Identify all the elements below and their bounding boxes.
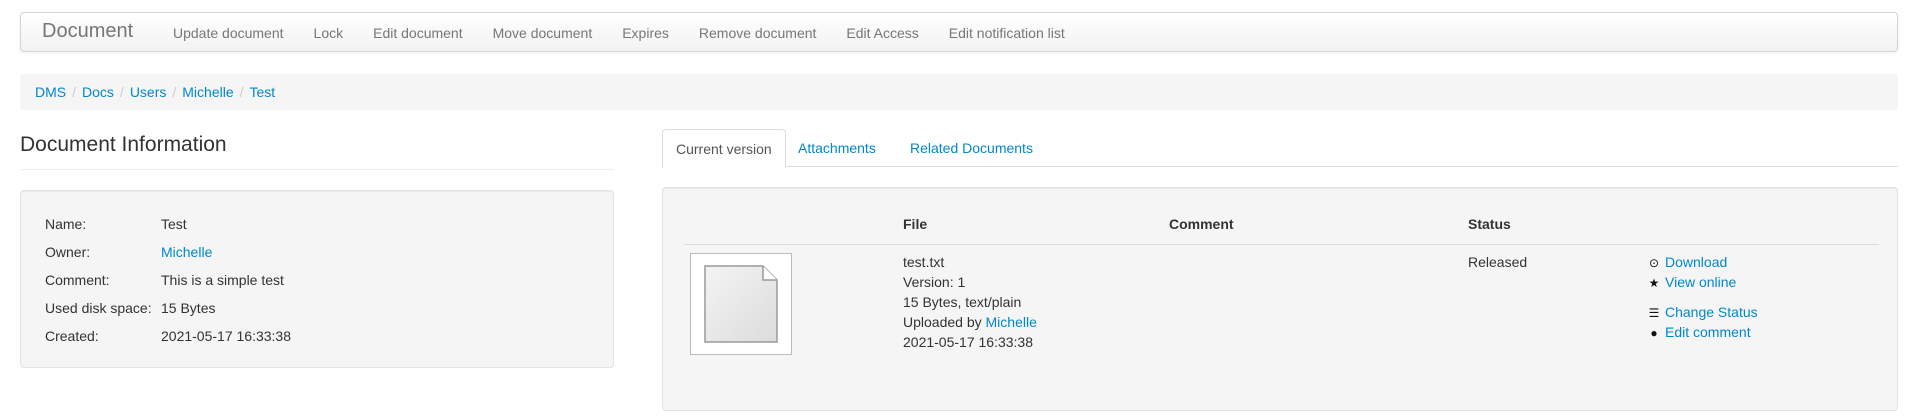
change-status-link[interactable]: ☰ Change Status — [1647, 302, 1758, 323]
breadcrumb-separator: / — [239, 84, 244, 100]
comment-value: This is a simple test — [161, 272, 284, 288]
header-file: File — [903, 216, 928, 232]
breadcrumb-docs[interactable]: Docs — [82, 84, 114, 100]
document-info-panel: Name: Test Owner: Michelle Comment: This… — [20, 190, 614, 368]
file-status: Released — [1468, 254, 1528, 270]
created-label: Created: — [45, 328, 99, 344]
header-comment: Comment — [1169, 216, 1234, 232]
document-file-icon — [704, 265, 778, 343]
download-link[interactable]: ⊙ Download — [1647, 252, 1727, 273]
uploader-link[interactable]: Michelle — [986, 314, 1037, 330]
tab-attachments[interactable]: Attachments — [785, 129, 889, 167]
header-status: Status — [1468, 216, 1511, 232]
file-upload-date: 2021-05-17 16:33:38 — [903, 334, 1033, 350]
download-label: Download — [1665, 254, 1728, 270]
download-icon: ⊙ — [1648, 256, 1660, 270]
breadcrumb-users[interactable]: Users — [130, 84, 167, 100]
owner-link[interactable]: Michelle — [161, 242, 212, 262]
breadcrumb-dms[interactable]: DMS — [35, 84, 66, 100]
breadcrumb-separator: / — [72, 84, 77, 100]
breadcrumb-michelle[interactable]: Michelle — [182, 84, 233, 100]
owner-label: Owner: — [45, 244, 91, 260]
edit-comment-label: Edit comment — [1665, 324, 1751, 340]
nav-edit-document[interactable]: Edit document — [358, 13, 478, 53]
name-value: Test — [161, 216, 187, 232]
change-status-label: Change Status — [1665, 304, 1758, 320]
nav-edit-notification-list[interactable]: Edit notification list — [934, 13, 1080, 53]
comment-label: Comment: — [45, 272, 110, 288]
table-divider — [684, 244, 1879, 245]
nav-expires[interactable]: Expires — [607, 13, 684, 53]
file-version: Version: 1 — [903, 274, 966, 290]
list-icon: ☰ — [1648, 306, 1660, 320]
file-size-type: 15 Bytes, text/plain — [903, 294, 1022, 310]
navbar-menu: Update document Lock Edit document Move … — [158, 13, 1080, 53]
nav-move-document[interactable]: Move document — [478, 13, 608, 53]
uploaded-by-prefix: Uploaded by — [903, 314, 982, 330]
top-navbar: Document Update document Lock Edit docum… — [20, 12, 1898, 52]
star-icon: ★ — [1648, 276, 1660, 290]
breadcrumb-separator: / — [172, 84, 177, 100]
tab-current-version[interactable]: Current version — [662, 129, 786, 168]
view-online-link[interactable]: ★ View online — [1647, 272, 1737, 293]
breadcrumb-separator: / — [119, 84, 124, 100]
view-online-label: View online — [1665, 274, 1737, 290]
name-label: Name: — [45, 216, 87, 232]
nav-edit-access[interactable]: Edit Access — [831, 13, 933, 53]
nav-lock[interactable]: Lock — [299, 13, 359, 53]
breadcrumb-test[interactable]: Test — [250, 84, 276, 100]
file-thumbnail[interactable] — [690, 253, 792, 355]
current-version-panel — [662, 187, 1898, 411]
breadcrumb: DMS / Docs / Users / Michelle / Test — [20, 74, 1898, 110]
comment-icon: ● — [1650, 326, 1658, 340]
version-tabs: Current version Attachments Related Docu… — [662, 129, 1898, 168]
document-info-title: Document Information — [20, 133, 614, 170]
file-name: test.txt — [903, 254, 945, 270]
disk-space-value: 15 Bytes — [161, 300, 216, 316]
file-uploaded-by: Uploaded by Michelle — [903, 312, 1037, 332]
nav-update-document[interactable]: Update document — [158, 13, 299, 53]
navbar-brand[interactable]: Document — [42, 20, 133, 43]
edit-comment-link[interactable]: ● Edit comment — [1647, 322, 1751, 343]
created-value: 2021-05-17 16:33:38 — [161, 328, 291, 344]
tab-related-documents[interactable]: Related Documents — [897, 129, 1046, 167]
nav-remove-document[interactable]: Remove document — [684, 13, 832, 53]
disk-space-label: Used disk space: — [45, 300, 152, 316]
